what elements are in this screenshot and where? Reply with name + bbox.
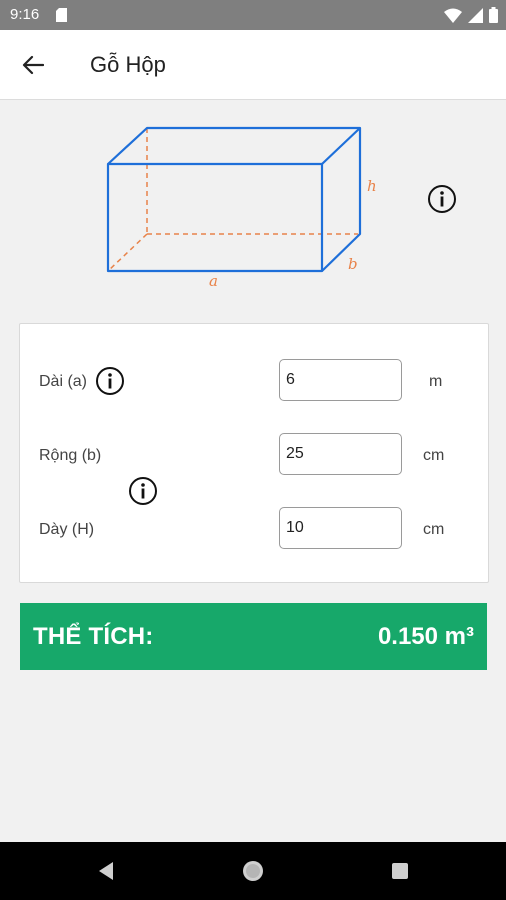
nav-back-button[interactable]: [91, 856, 121, 886]
diagram-info-button[interactable]: [427, 184, 457, 219]
volume-label: THỂ TÍCH:: [33, 623, 154, 650]
width-unit: cm: [423, 447, 445, 464]
battery-icon: [489, 7, 498, 23]
triangle-back-icon: [99, 862, 113, 880]
volume-value: 0.150 m³: [377, 623, 474, 650]
page-title: Gỗ Hộp: [90, 52, 166, 77]
nav-home-button[interactable]: [238, 856, 268, 886]
status-time: 9:16: [10, 6, 40, 23]
info-icon: [129, 477, 157, 505]
info-icon: [428, 185, 456, 213]
volume-result: THỂ TÍCH: 0.150 m³: [20, 603, 487, 670]
arrow-back-icon: [22, 55, 44, 75]
sd-card-icon: [56, 8, 67, 27]
length-label: Dài (a): [39, 373, 88, 390]
nav-recents-button[interactable]: [385, 856, 415, 886]
square-recents-icon: [392, 863, 408, 879]
thickness-input[interactable]: [279, 507, 402, 549]
thickness-info-button[interactable]: [128, 476, 158, 511]
app-bar: Gỗ Hộp: [0, 30, 506, 100]
length-info-button[interactable]: [95, 366, 125, 401]
thickness-label: Dày (H): [39, 521, 95, 538]
width-input[interactable]: [279, 433, 402, 475]
thickness-unit: cm: [423, 521, 445, 538]
status-icons: [444, 7, 498, 23]
system-nav-bar: [0, 842, 506, 900]
signal-icon: [468, 7, 483, 23]
length-input[interactable]: [279, 359, 402, 401]
width-label: Rộng (b): [39, 447, 102, 464]
visible-edges: [106, 126, 362, 273]
info-icon: [96, 367, 124, 395]
box-diagram: h b a: [95, 115, 395, 300]
label-a: a: [209, 272, 218, 290]
wifi-icon: [444, 8, 462, 23]
back-button[interactable]: [14, 47, 52, 83]
label-b: b: [348, 255, 358, 273]
length-unit: m: [429, 373, 443, 390]
hidden-edges: [107, 128, 358, 272]
dimensions-card: Dài (a) m Rộng (b) cm Dày (H) cm: [19, 323, 489, 583]
label-h: h: [367, 177, 377, 195]
circle-home-icon: [243, 861, 263, 881]
status-bar: 9:16: [0, 0, 506, 30]
